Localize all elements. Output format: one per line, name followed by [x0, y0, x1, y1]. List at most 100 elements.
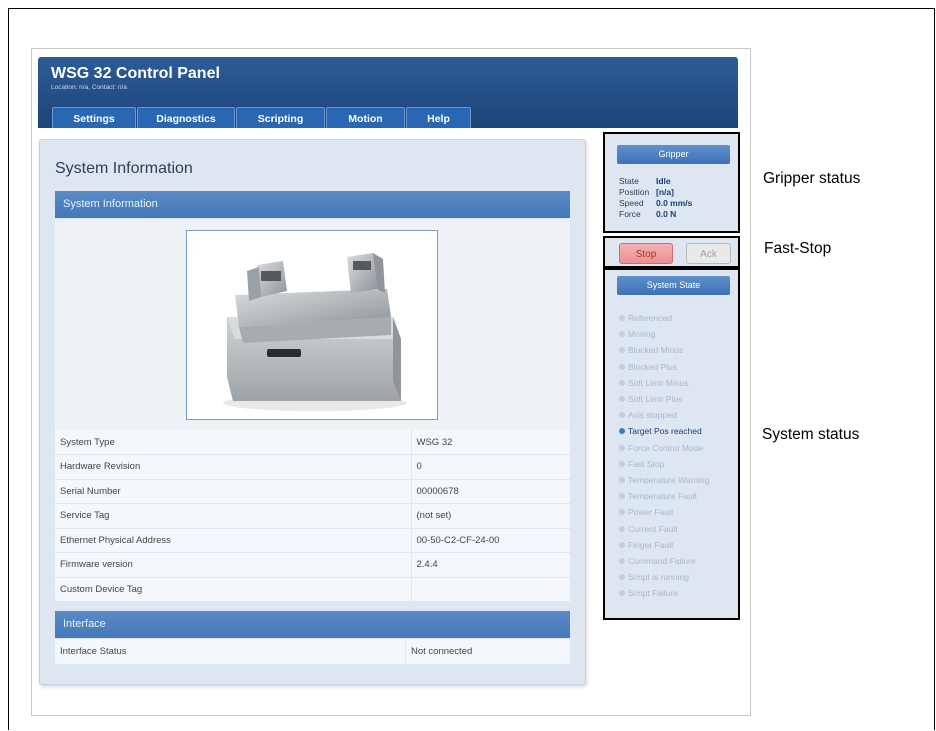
system-state-item: Script Failure — [619, 588, 678, 598]
system-state-label: Blocked Minus — [628, 345, 684, 356]
annotation-fast-stop: Fast-Stop — [764, 240, 832, 257]
system-state-label: Axis stopped — [628, 410, 677, 421]
table-row: Custom Device Tag — [55, 577, 570, 602]
system-state-label: Force Control Mode — [628, 442, 704, 453]
gripper-photo — [186, 230, 438, 420]
system-state-item: Soft Limit Plus — [619, 394, 682, 404]
annotation-system-status: System status — [762, 426, 860, 443]
force-label: Force — [619, 209, 641, 219]
table-row: Service Tag (not set) — [55, 503, 570, 529]
status-dot-icon — [619, 428, 625, 435]
row-value: 2.4.4 — [410, 552, 570, 578]
status-dot-icon — [619, 444, 625, 451]
state-label: State — [619, 176, 639, 186]
tab-motion[interactable]: Motion — [326, 107, 405, 128]
table-row: Hardware Revision 0 — [55, 454, 570, 480]
system-state-item: Target Pos reached — [619, 426, 702, 436]
system-state-label: Target Pos reached — [628, 426, 702, 437]
position-label: Position — [619, 187, 650, 197]
tab-diagnostics[interactable]: Diagnostics — [137, 107, 235, 128]
row-value: Not connected — [405, 639, 570, 665]
system-state-item: Fast Stop — [619, 459, 664, 469]
row-label: Firmware version — [55, 552, 411, 578]
status-dot-icon — [619, 315, 625, 321]
system-state-item: Blocked Minus — [619, 345, 683, 355]
app-subtitle: Location: n/a, Contact: n/a — [51, 84, 127, 91]
page-title: System Information — [55, 160, 193, 177]
system-info-section-header: System Information — [55, 191, 570, 218]
system-state-label: Power Fault — [628, 507, 674, 518]
system-state-item: Script is running — [619, 572, 689, 582]
app-header: WSG 32 Control Panel Location: n/a, Cont… — [38, 57, 738, 128]
row-value: 00000678 — [410, 479, 570, 504]
table-row: Serial Number 00000678 — [55, 479, 570, 504]
position-value: [n/a] — [656, 187, 674, 197]
system-state-label: Blocked Plus — [628, 361, 678, 372]
gripper-image — [223, 253, 407, 411]
row-label: Ethernet Physical Address — [55, 528, 411, 553]
gripper-button[interactable]: Gripper — [617, 145, 730, 164]
status-dot-icon — [619, 347, 625, 354]
system-state-label: Script Failure — [628, 588, 679, 599]
status-dot-icon — [619, 541, 625, 548]
system-state-item: Axis stopped — [619, 410, 677, 420]
status-dot-icon — [619, 396, 625, 402]
row-label: Service Tag — [55, 503, 411, 529]
system-state-label: Finger Fault — [628, 539, 674, 550]
system-state-label: Temperature Fault — [628, 491, 697, 502]
row-value: WSG 32 — [410, 430, 570, 455]
status-dot-icon — [619, 460, 625, 467]
ack-button[interactable]: Ack — [686, 243, 731, 264]
system-state-label: Soft Limit Minus — [628, 377, 689, 388]
system-state-item: Command Failure — [619, 556, 696, 566]
system-state-label: Script is running — [628, 572, 689, 583]
row-value: 00-50-C2-CF-24-00 — [410, 528, 570, 553]
status-dot-icon — [619, 509, 625, 516]
row-value: (not set) — [410, 503, 570, 529]
table-row: System Type WSG 32 — [55, 430, 570, 455]
system-state-item: Power Fault — [619, 507, 673, 517]
row-label: System Type — [55, 430, 411, 455]
stop-button[interactable]: Stop — [619, 243, 673, 264]
gripper-position-row: Position [n/a] — [619, 187, 674, 198]
status-dot-icon — [619, 558, 625, 564]
system-state-item: Current Fault — [619, 524, 678, 534]
speed-value: 0.0 mm/s — [656, 198, 693, 208]
system-state-label: Current Fault — [628, 523, 678, 534]
status-dot-icon — [619, 525, 625, 532]
system-state-label: Temperature Warning — [628, 475, 710, 485]
system-state-label: Referenced — [628, 313, 672, 323]
system-state-item: Moving — [619, 329, 655, 339]
gripper-force-row: Force 0.0 N — [619, 209, 676, 220]
system-state-label: Soft Limit Plus — [628, 394, 683, 404]
system-state-item: Temperature Fault — [619, 491, 697, 501]
status-dot-icon — [619, 363, 625, 370]
status-dot-icon — [619, 477, 625, 483]
status-dot-icon — [619, 590, 625, 597]
row-label: Hardware Revision — [55, 454, 411, 480]
table-row: Firmware version 2.4.4 — [55, 552, 570, 578]
tab-settings[interactable]: Settings — [52, 107, 136, 128]
system-state-label: Command Failure — [628, 556, 696, 566]
row-label: Interface Status — [55, 639, 406, 665]
row-label: Custom Device Tag — [55, 577, 411, 602]
system-state-button[interactable]: System State — [617, 276, 730, 295]
speed-label: Speed — [619, 198, 644, 208]
gripper-speed-row: Speed 0.0 mm/s — [619, 198, 692, 209]
row-value: 0 — [410, 454, 570, 480]
status-dot-icon — [619, 412, 625, 419]
custom-device-tag-value[interactable] — [410, 577, 570, 602]
system-state-label: Moving — [628, 329, 656, 340]
system-state-item: Force Control Mode — [619, 443, 703, 453]
system-state-item: Soft Limit Minus — [619, 378, 688, 388]
interface-section-header: Interface — [55, 611, 570, 638]
annotation-gripper-status: Gripper status — [763, 170, 861, 187]
system-state-item: Blocked Plus — [619, 362, 677, 372]
tab-help[interactable]: Help — [406, 107, 471, 128]
tab-scripting[interactable]: Scripting — [236, 107, 325, 128]
status-dot-icon — [619, 493, 625, 500]
status-dot-icon — [619, 574, 625, 581]
state-value: Idle — [656, 176, 671, 186]
table-row: Ethernet Physical Address 00-50-C2-CF-24… — [55, 528, 570, 553]
system-info-table: System Type WSG 32 Hardware Revision 0 S… — [55, 430, 570, 602]
